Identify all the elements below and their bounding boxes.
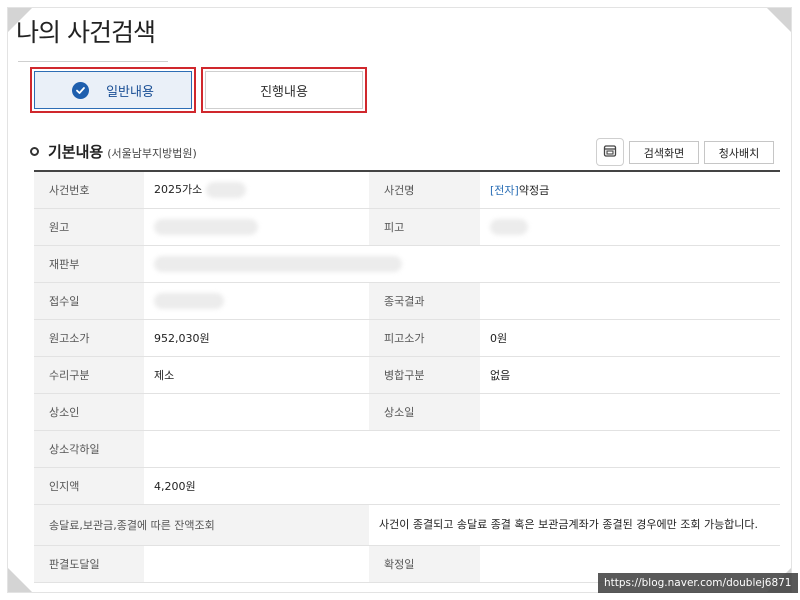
print-button[interactable]	[596, 138, 624, 166]
label-appeal-date: 상소일	[369, 393, 480, 431]
table-row: 인지액 4,200원	[34, 467, 780, 505]
section-header: 기본내용 (서울남부지방법원)	[30, 141, 197, 162]
table-row: 수리구분 제소 병합구분 없음	[34, 356, 780, 394]
value-final-result	[480, 282, 780, 320]
label-appellant: 상소인	[34, 393, 144, 431]
print-icon	[603, 143, 617, 162]
label-receipt-date: 접수일	[34, 282, 144, 320]
label-merge-type: 병합구분	[369, 356, 480, 394]
value-receipt-date	[144, 282, 369, 320]
search-screen-button[interactable]: 검색화면	[629, 141, 699, 164]
value-case-name: [전자]약정금	[480, 171, 780, 209]
tab-general-label: 일반내용	[106, 84, 154, 100]
case-info-table: 사건번호 2025가소 사건명 [전자]약정금 원고 피고 재판부 접수일 종국…	[34, 170, 780, 583]
label-case-name: 사건명	[369, 171, 480, 209]
value-plaintiff	[144, 208, 369, 246]
value-stamp-fee: 4,200원	[144, 467, 780, 505]
label-appeal-dismissal-date: 상소각하일	[34, 430, 144, 468]
tab-general-highlight: 일반내용	[30, 67, 196, 113]
case-number-text: 2025가소	[154, 183, 203, 197]
value-receipt-type: 제소	[144, 356, 369, 394]
redacted-block	[154, 292, 224, 309]
section-subtitle: (서울남부지방법원)	[107, 147, 197, 160]
label-final-result: 종국결과	[369, 282, 480, 320]
table-row: 원고 피고	[34, 208, 780, 246]
electronic-tag: [전자]	[490, 183, 519, 197]
redacted-block	[205, 182, 246, 199]
corner-decoration	[767, 8, 791, 32]
blog-watermark: https://blog.naver.com/doublej6871	[598, 573, 798, 593]
label-receipt-type: 수리구분	[34, 356, 144, 394]
case-name-text: 약정금	[518, 183, 550, 197]
label-balance-inquiry: 송달료,보관금,종결에 따른 잔액조회	[34, 504, 369, 546]
value-ruling-delivery-date	[144, 545, 369, 583]
redacted-block	[490, 218, 528, 235]
label-confirmed-date: 확정일	[369, 545, 480, 583]
redacted-block	[154, 255, 402, 272]
label-stamp-fee: 인지액	[34, 467, 144, 505]
table-row: 송달료,보관금,종결에 따른 잔액조회 사건이 종결되고 송달료 종결 혹은 보…	[34, 504, 780, 546]
tab-general[interactable]: 일반내용	[34, 71, 192, 109]
table-row: 원고소가 952,030원 피고소가 0원	[34, 319, 780, 357]
table-row: 상소각하일	[34, 430, 780, 468]
value-merge-type: 없음	[480, 356, 780, 394]
value-appeal-date	[480, 393, 780, 431]
check-circle-icon	[72, 81, 90, 99]
label-defendant: 피고	[369, 208, 480, 246]
table-row: 접수일 종국결과	[34, 282, 780, 320]
label-plaintiff: 원고	[34, 208, 144, 246]
circle-bullet-icon	[30, 147, 39, 156]
label-ruling-delivery-date: 판결도달일	[34, 545, 144, 583]
redacted-block	[154, 218, 258, 235]
value-case-number: 2025가소	[144, 171, 369, 209]
title-divider	[18, 61, 168, 62]
section-title: 기본내용	[48, 143, 104, 161]
table-row: 사건번호 2025가소 사건명 [전자]약정금	[34, 171, 780, 209]
hall-layout-button[interactable]: 청사배치	[704, 141, 774, 164]
value-plaintiff-amount: 952,030원	[144, 319, 369, 357]
tab-progress-highlight: 진행내용	[201, 67, 367, 113]
value-appellant	[144, 393, 369, 431]
label-court-division: 재판부	[34, 245, 144, 283]
page-title: 나의 사건검색	[16, 18, 156, 47]
value-defendant	[480, 208, 780, 246]
value-defendant-amount: 0원	[480, 319, 780, 357]
label-case-number: 사건번호	[34, 171, 144, 209]
tab-progress[interactable]: 진행내용	[205, 71, 363, 109]
table-row: 상소인 상소일	[34, 393, 780, 431]
label-defendant-amount: 피고소가	[369, 319, 480, 357]
page-frame: 나의 사건검색 일반내용 진행내용 기본내용 (서울남부지방법원) 검색화면 청…	[7, 7, 792, 593]
value-balance-inquiry: 사건이 종결되고 송달료 종결 혹은 보관금계좌가 종결된 경우에만 조회 가능…	[369, 504, 780, 546]
table-row: 재판부	[34, 245, 780, 283]
label-plaintiff-amount: 원고소가	[34, 319, 144, 357]
tab-progress-label: 진행내용	[260, 84, 308, 100]
value-appeal-dismissal-date	[144, 430, 780, 468]
value-court-division	[144, 245, 780, 283]
corner-decoration	[8, 568, 32, 592]
